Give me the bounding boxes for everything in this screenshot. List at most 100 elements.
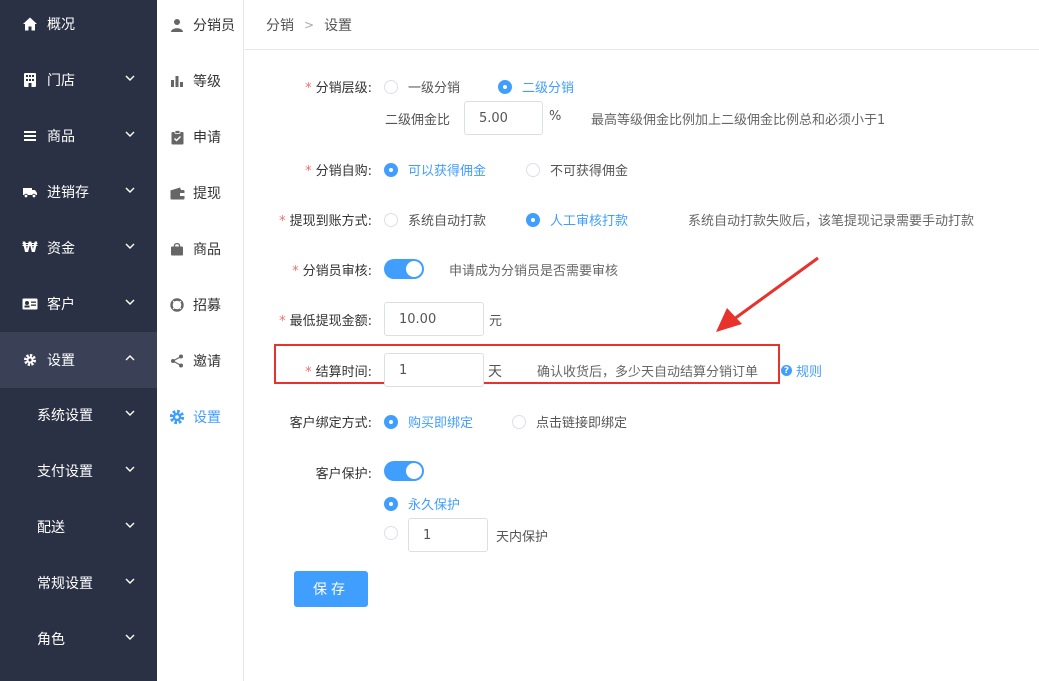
protect-toggle[interactable] xyxy=(384,461,424,481)
chevron-down-icon xyxy=(125,522,135,528)
sidebar-subitem-payment-settings[interactable]: 支付设置 xyxy=(0,443,157,499)
review-label: * 分销员审核: xyxy=(292,264,372,279)
chevron-down-icon xyxy=(125,243,135,249)
bind-radio-link[interactable]: 点击链接即绑定 xyxy=(512,412,627,431)
home-icon xyxy=(22,16,38,32)
breadcrumb-item-distribution[interactable]: 分销 xyxy=(266,15,294,35)
gear-icon xyxy=(169,409,185,425)
protect-days-input[interactable]: 1 xyxy=(408,518,488,552)
min-withdraw-input[interactable]: 10.00 xyxy=(384,302,484,336)
chevron-down-icon xyxy=(125,75,135,81)
breadcrumb: 分销 > 设置 xyxy=(245,0,1039,50)
chevron-down-icon xyxy=(125,578,135,584)
level-radio-one[interactable]: 一级分销 xyxy=(384,77,460,96)
distribution-subnav: 分销员 等级 申请 提现 商品 招募 邀请 设置 xyxy=(157,0,244,681)
level-label: * 分销层级: xyxy=(305,81,372,96)
protect-days-suffix: 天内保护 xyxy=(496,530,549,545)
main-sidebar: 概况 门店 商品 进销存 ₩ 资金 客户 设置 系统设置 支付设置 配送 常规设… xyxy=(0,0,157,681)
wallet-icon xyxy=(169,185,185,201)
sidebar-subitem-system-settings[interactable]: 系统设置 xyxy=(0,387,157,443)
ratio-label: 二级佣金比 xyxy=(385,113,451,128)
self-buy-radio-yes[interactable]: 可以获得佣金 xyxy=(384,160,486,179)
chevron-down-icon xyxy=(125,299,135,305)
sidebar-item-inventory[interactable]: 进销存 xyxy=(0,164,157,220)
breadcrumb-separator-icon: > xyxy=(304,17,315,32)
radio-icon xyxy=(526,162,540,177)
id-card-icon xyxy=(22,296,38,312)
sidebar-subitem-general-settings[interactable]: 常规设置 xyxy=(0,555,157,611)
settle-time-unit: 天 xyxy=(488,364,502,380)
share-icon xyxy=(169,353,185,369)
subnav-item-applications[interactable]: 申请 xyxy=(157,109,243,165)
sidebar-item-label: 概况 xyxy=(47,17,75,33)
sidebar-item-funds[interactable]: ₩ 资金 xyxy=(0,220,157,276)
sidebar-item-label: 进销存 xyxy=(47,185,89,201)
protect-radio-permanent[interactable]: 永久保护 xyxy=(384,494,460,513)
sidebar-item-settings[interactable]: 设置 xyxy=(0,332,157,388)
review-hint: 申请成为分销员是否需要审核 xyxy=(449,264,619,279)
question-icon: ? xyxy=(781,365,792,376)
bind-method-label: 客户绑定方式: xyxy=(289,416,372,431)
ratio-unit: % xyxy=(549,109,562,124)
sidebar-subitem-label: 支付设置 xyxy=(37,464,93,480)
bar-chart-icon xyxy=(169,73,185,89)
withdraw-radio-manual[interactable]: 人工审核打款 xyxy=(526,210,628,229)
chevron-down-icon xyxy=(125,410,135,416)
radio-icon xyxy=(384,79,398,94)
sidebar-item-label: 设置 xyxy=(47,353,75,369)
sidebar-subitem-label: 角色 xyxy=(37,632,65,648)
sidebar-item-label: 门店 xyxy=(47,73,75,89)
sidebar-item-store[interactable]: 门店 xyxy=(0,52,157,108)
sidebar-item-products[interactable]: 商品 xyxy=(0,108,157,164)
radio-icon xyxy=(512,414,526,429)
withdraw-hint: 系统自动打款失败后，该笔提现记录需要手动打款 xyxy=(688,214,975,229)
sidebar-item-label: 资金 xyxy=(47,241,75,257)
radio-checked-icon xyxy=(384,496,398,511)
ratio-input[interactable]: 5.00 xyxy=(464,101,543,135)
chevron-up-icon xyxy=(125,355,135,361)
truck-icon xyxy=(22,184,38,200)
level-radio-two[interactable]: 二级分销 xyxy=(498,77,574,96)
radio-checked-icon xyxy=(384,162,398,177)
radio-checked-icon xyxy=(384,414,398,429)
sidebar-subitem-label: 常规设置 xyxy=(37,576,93,592)
ratio-hint: 最高等级佣金比例加上二级佣金比例总和必须小于1 xyxy=(591,113,886,128)
currency-icon: ₩ xyxy=(22,240,38,256)
clipboard-icon xyxy=(169,129,185,145)
chevron-down-icon xyxy=(125,466,135,472)
sidebar-item-customers[interactable]: 客户 xyxy=(0,276,157,332)
radio-checked-icon xyxy=(498,79,512,94)
subnav-item-label: 申请 xyxy=(193,130,221,146)
sidebar-subitem-delivery[interactable]: 配送 xyxy=(0,499,157,555)
sidebar-subitem-label: 系统设置 xyxy=(37,408,93,424)
rules-link[interactable]: ? 规则 xyxy=(781,361,822,380)
subnav-item-label: 分销员 xyxy=(193,18,235,34)
min-withdraw-label: * 最低提现金额: xyxy=(279,314,372,329)
bind-radio-purchase[interactable]: 购买即绑定 xyxy=(384,412,473,431)
sidebar-subitem-roles[interactable]: 角色 xyxy=(0,611,157,667)
settle-time-label: * 结算时间: xyxy=(305,365,372,380)
self-buy-radio-no[interactable]: 不可获得佣金 xyxy=(526,160,628,179)
sidebar-item-overview[interactable]: 概况 xyxy=(0,0,157,52)
subnav-item-label: 商品 xyxy=(193,242,221,258)
save-button[interactable]: 保存 xyxy=(294,571,368,607)
breadcrumb-item-settings: 设置 xyxy=(324,17,353,34)
lifebuoy-icon xyxy=(169,297,185,313)
radio-icon xyxy=(384,212,398,227)
sidebar-item-label: 客户 xyxy=(47,297,75,313)
settle-time-input[interactable]: 1 xyxy=(384,353,484,387)
user-icon xyxy=(169,17,185,33)
settle-time-hint: 确认收货后，多少天自动结算分销订单 xyxy=(537,365,759,380)
chevron-down-icon xyxy=(125,187,135,193)
protect-radio-days[interactable] xyxy=(384,526,408,540)
bag-icon xyxy=(169,241,185,257)
annotation-arrow-icon xyxy=(716,256,819,332)
subnav-item-distributors[interactable]: 分销员 xyxy=(157,0,243,53)
store-icon xyxy=(22,72,38,88)
chevron-down-icon xyxy=(125,131,135,137)
withdraw-radio-auto[interactable]: 系统自动打款 xyxy=(384,210,486,229)
protect-label: 客户保护: xyxy=(315,467,372,482)
review-toggle[interactable] xyxy=(384,259,424,279)
sidebar-item-label: 商品 xyxy=(47,129,75,145)
sidebar-subitem-label: 配送 xyxy=(37,520,65,536)
